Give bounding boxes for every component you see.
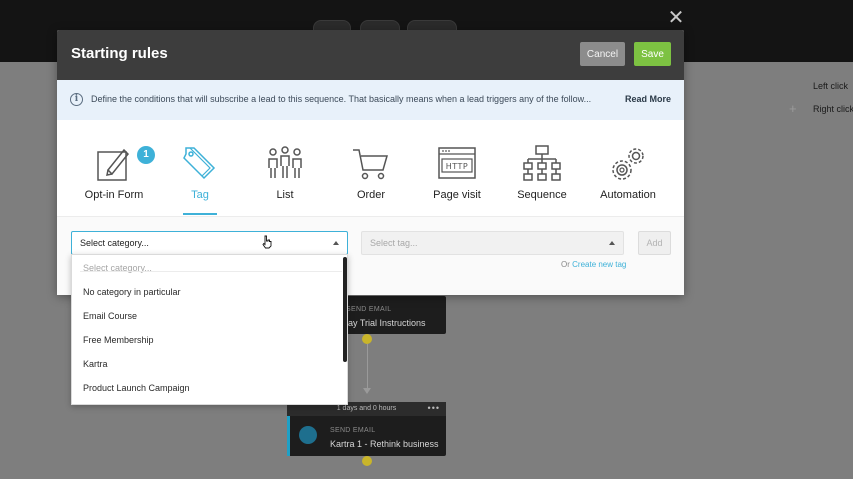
arrow-down-icon (363, 388, 371, 394)
cart-icon (353, 149, 388, 180)
trigger-order[interactable]: Order (328, 120, 414, 216)
dropdown-option[interactable]: Kartra (72, 352, 342, 376)
modal-title: Starting rules (71, 45, 168, 62)
trigger-label: Order (356, 189, 386, 201)
create-tag-line: Or Create new tag (561, 260, 626, 269)
trigger-count-badge: 1 (137, 146, 155, 164)
card-accent-stripe (287, 416, 290, 456)
connector-dot (362, 334, 372, 344)
create-new-tag-link[interactable]: Create new tag (572, 260, 626, 269)
info-text: Define the conditions that will subscrib… (91, 94, 592, 104)
dropdown-option[interactable]: Product Launch Campaign (72, 376, 342, 400)
connector-dot (362, 456, 372, 466)
flow-card-email-kartra[interactable]: 1 days and 0 hours ••• SEND EMAIL Kartra… (287, 402, 446, 456)
svg-text:HTTP: HTTP (446, 162, 468, 171)
card-type-label: SEND EMAIL (330, 427, 376, 434)
dropdown-option[interactable]: No category in particular (72, 280, 342, 304)
trigger-label: Automation (600, 189, 656, 201)
category-select-value: Select category... (80, 238, 149, 248)
caret-up-icon (333, 241, 339, 245)
list-people-icon (268, 146, 302, 178)
trigger-options: 1 Opt-in Form Tag List Order HTTP Page v… (57, 120, 684, 216)
left-click-hint: Left click (813, 81, 849, 91)
more-options-icon[interactable]: ••• (428, 402, 440, 414)
email-icon (299, 426, 317, 444)
card-type-label: SEND EMAIL (346, 306, 392, 313)
trigger-tag[interactable]: Tag (157, 120, 243, 216)
read-more-link[interactable]: Read More (625, 94, 671, 104)
tag-select[interactable]: Select tag... (361, 231, 624, 255)
opt-in-form-icon (97, 148, 130, 181)
card-title: Kartra 1 - Rethink business (330, 439, 439, 449)
trigger-label: Tag (191, 189, 209, 201)
trigger-sequence[interactable]: Sequence (499, 120, 585, 216)
add-tag-button[interactable]: Add (638, 231, 671, 255)
dropdown-scrollbar[interactable] (343, 257, 347, 362)
trigger-label: List (276, 189, 294, 201)
tag-icon (183, 147, 216, 180)
close-icon[interactable]: ✕ (666, 8, 686, 28)
dropdown-option[interactable]: Free Membership (72, 328, 342, 352)
save-button[interactable]: Save (634, 42, 671, 66)
trigger-automation[interactable]: Automation (585, 120, 671, 216)
dropdown-option-placeholder[interactable]: Select category... (72, 256, 342, 280)
active-tab-indicator (183, 213, 217, 215)
info-banner: i Define the conditions that will subscr… (57, 80, 684, 120)
info-icon: i (70, 93, 83, 106)
cancel-button[interactable]: Cancel (580, 42, 625, 66)
trigger-label: Opt-in Form (84, 189, 144, 201)
trigger-label: Sequence (517, 189, 567, 201)
hand-cursor-icon (262, 235, 272, 249)
trigger-list[interactable]: List (242, 120, 328, 216)
trigger-label: Page visit (433, 189, 481, 201)
right-click-hint: Right click (813, 104, 853, 114)
http-page-icon: HTTP (438, 147, 476, 179)
category-select[interactable]: Select category... (71, 231, 348, 255)
plus-icon: + (789, 101, 797, 116)
sequence-tree-icon (523, 145, 561, 181)
caret-up-icon (609, 241, 615, 245)
modal-header: Starting rules Cancel Save (57, 30, 684, 80)
connector-line (367, 344, 368, 390)
create-prefix: Or (561, 260, 570, 269)
category-dropdown: Select category... No category in partic… (71, 254, 348, 405)
dropdown-divider (80, 271, 342, 272)
tag-select-placeholder: Select tag... (370, 238, 418, 248)
trigger-page-visit[interactable]: HTTP Page visit (414, 120, 500, 216)
gears-icon (612, 148, 644, 180)
trigger-opt-in-form[interactable]: 1 Opt-in Form (71, 120, 157, 216)
dropdown-option[interactable]: Email Course (72, 304, 342, 328)
card-title: lay Trial Instructions (346, 318, 426, 328)
